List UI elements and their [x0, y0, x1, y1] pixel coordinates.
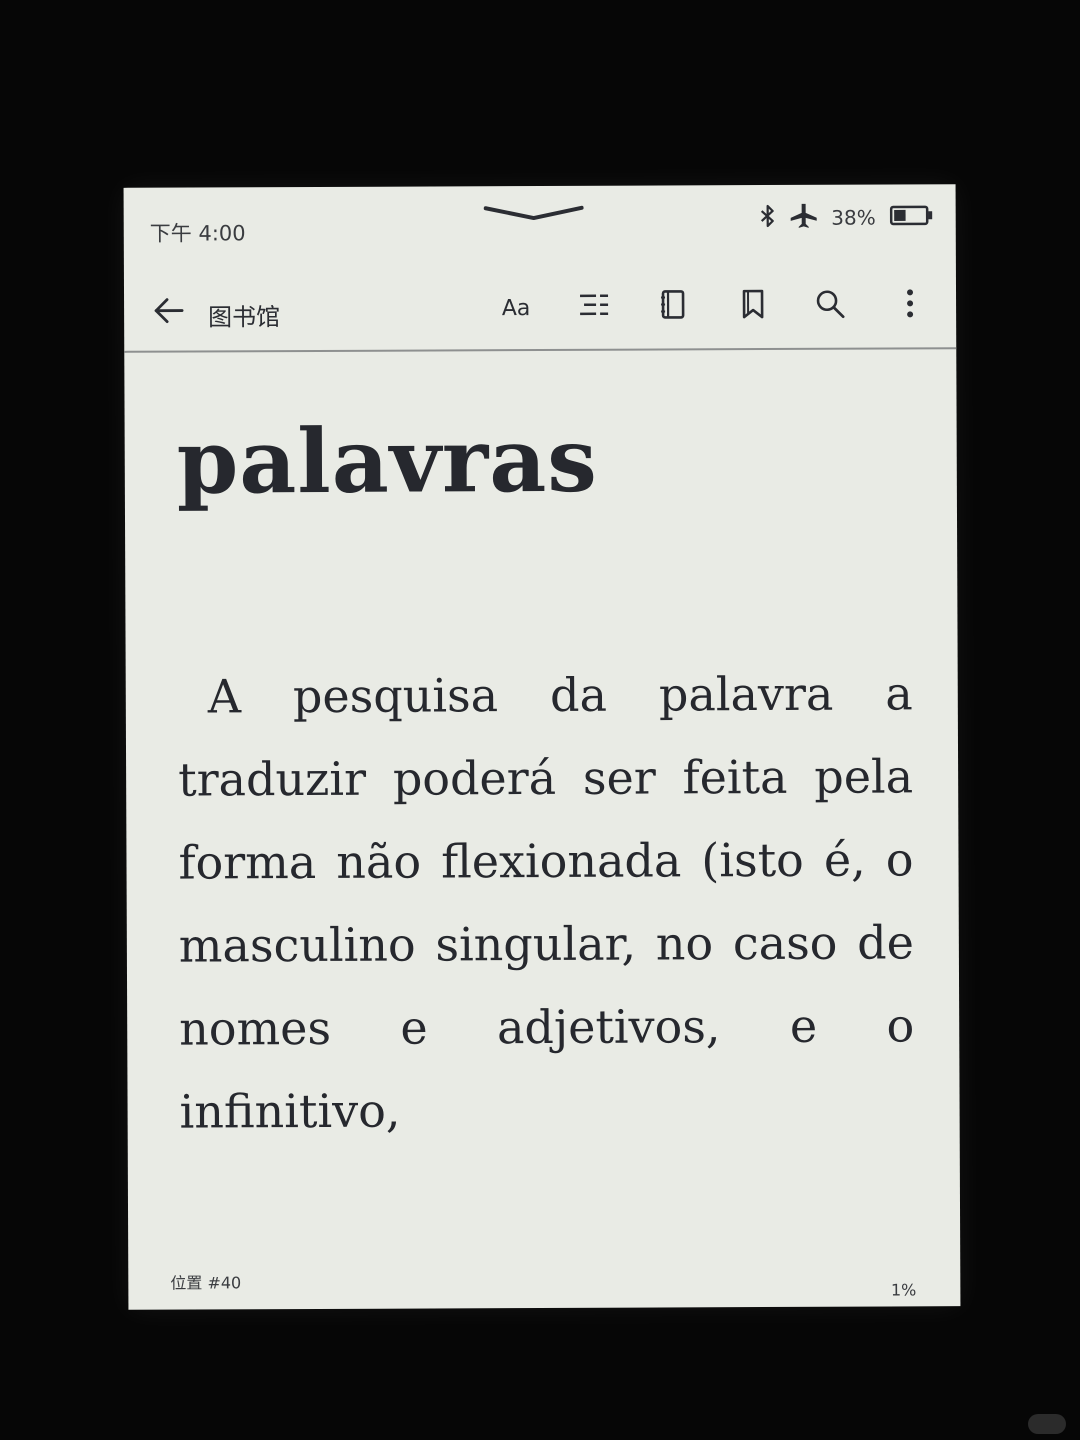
battery-icon [889, 204, 934, 230]
page-heading: palavras [176, 407, 599, 514]
arrow-left-icon [154, 298, 184, 328]
more-vertical-icon [905, 288, 915, 324]
font-settings-label: Aa [501, 295, 531, 321]
status-time: 下午 4:00 [149, 221, 246, 246]
notebook-button[interactable] [653, 287, 693, 327]
battery-percentage: 38% [831, 205, 876, 230]
search-icon [815, 289, 845, 325]
contents-button[interactable] [574, 288, 614, 328]
bookmark-button[interactable] [733, 287, 773, 327]
library-link[interactable]: 图书馆 [208, 297, 280, 332]
toolbar-toggle-handle[interactable] [483, 204, 584, 224]
watermark-logo [1028, 1414, 1066, 1434]
airplane-mode-icon [789, 203, 817, 233]
font-settings-button[interactable]: Aa [496, 288, 536, 328]
reading-progress: 1% [890, 1280, 917, 1300]
kindle-screen: 下午 4:00 38% 图书馆 Aa palavras A pesquisa d… [123, 184, 961, 1310]
search-button[interactable] [810, 287, 850, 327]
status-bar: 下午 4:00 38% [124, 184, 956, 268]
notebook-icon [660, 289, 686, 325]
book-page[interactable]: palavras A pesquisa da palavra a traduzi… [176, 407, 915, 1153]
more-options-button[interactable] [890, 286, 930, 326]
back-button[interactable] [152, 298, 186, 328]
status-indicators: 38% [759, 203, 934, 233]
toolbar-divider [124, 347, 957, 353]
bookmark-icon [740, 289, 766, 325]
reader-toolbar: 图书馆 Aa [124, 274, 956, 348]
contents-icon [578, 292, 610, 324]
bluetooth-icon [759, 204, 775, 232]
reading-location[interactable]: 位置 #40 [170, 1269, 241, 1293]
book-paragraph: A pesquisa da palavra a traduzir poderá … [178, 666, 915, 1139]
